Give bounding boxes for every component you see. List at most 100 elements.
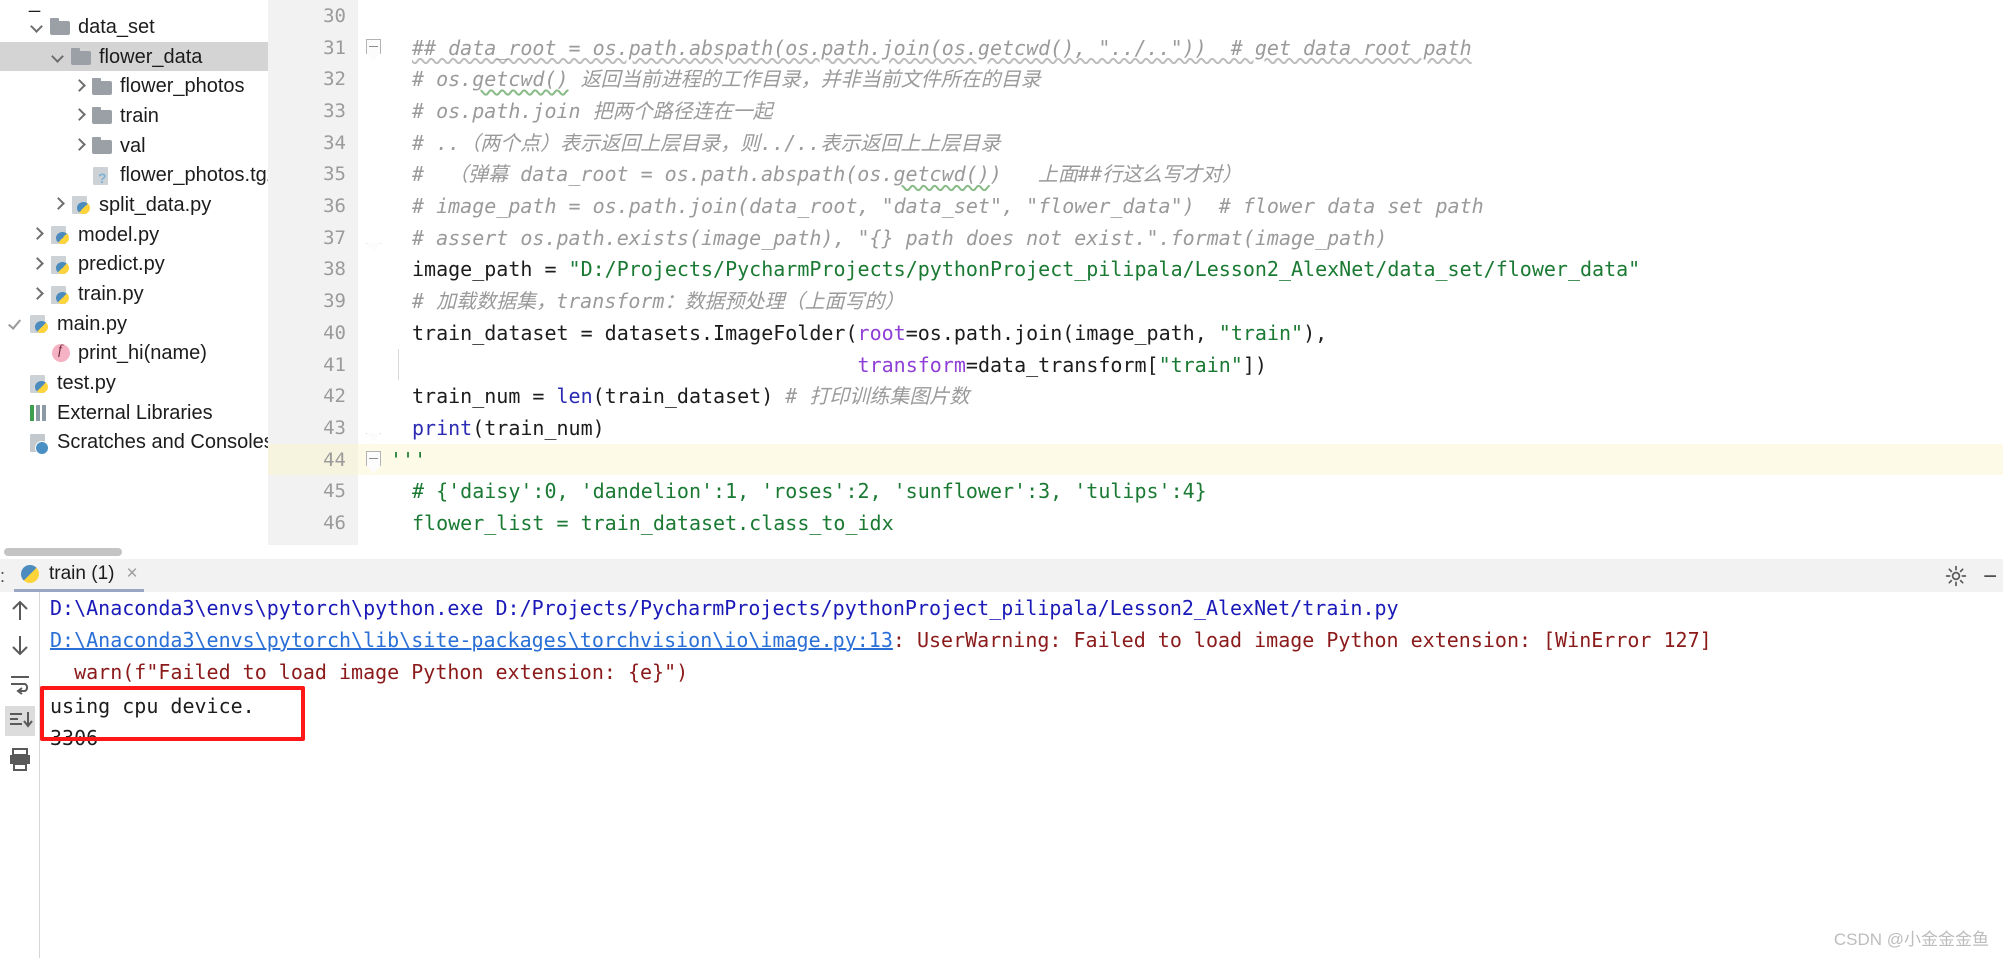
code-line-46[interactable]: 46 flower_list = train_dataset.class_to_i… — [268, 507, 2003, 539]
code-line-42[interactable]: 42 train_num = len(train_dataset) # 打印训练集… — [268, 380, 2003, 412]
code-text: # ..（两个点）表示返回上层目录，则../..表示返回上上层目录 — [390, 133, 2003, 153]
code-line-37[interactable]: 37 # assert os.path.exists(image_path), "… — [268, 222, 2003, 254]
code-token: getcwd() — [893, 162, 990, 187]
tree-item--[interactable]: _ — [0, 0, 268, 12]
code-token: print — [412, 415, 473, 440]
line-number: 32 — [323, 68, 346, 91]
line-number: 46 — [323, 512, 346, 535]
code-line-35[interactable]: 35 # （弹幕 data_root = os.path.abspath(os.g… — [268, 159, 2003, 191]
tree-item-flower-photos[interactable]: flower_photos — [0, 71, 268, 101]
fold-collapse-icon[interactable] — [366, 450, 381, 466]
chevron-right-icon[interactable] — [29, 256, 46, 273]
fold-marker — [358, 285, 390, 317]
fold-marker[interactable] — [358, 444, 390, 476]
fold-marker — [358, 190, 390, 222]
tree-item-val[interactable]: val — [0, 131, 268, 161]
py-icon — [50, 225, 71, 245]
code-token: # 加载数据集，transform：数据预处理（上面写的） — [412, 289, 905, 314]
run-panel-colon: : — [0, 566, 6, 586]
code-line-30[interactable]: 30 — [268, 0, 2003, 32]
code-token: # 打印训练集图片数 — [773, 384, 970, 409]
line-number: 39 — [323, 290, 346, 313]
hscrollbar-thumb[interactable] — [4, 548, 122, 556]
code-token: ''' — [390, 447, 427, 472]
check-icon[interactable] — [8, 315, 25, 332]
code-line-32[interactable]: 32 # os.getcwd() 返回当前进程的工作目录，并非当前文件所在的目录 — [268, 63, 2003, 95]
print-icon[interactable] — [5, 744, 35, 774]
tree-item-scratches-and-consoles[interactable]: Scratches and Consoles — [0, 428, 268, 458]
code-line-31[interactable]: 31 ## data_root = os.path.abspath(os.path… — [268, 32, 2003, 64]
line-number: 38 — [323, 258, 346, 281]
line-number: 35 — [323, 163, 346, 186]
tree-item-label: Scratches and Consoles — [57, 431, 268, 454]
tree-item-train-py[interactable]: train.py — [0, 279, 268, 309]
chevron-right-icon[interactable] — [71, 78, 88, 95]
scroll-down-icon[interactable] — [5, 630, 35, 660]
code-text: transform=data_transform["train"]) — [390, 355, 2003, 375]
tree-item-flower-data[interactable]: flower_data — [0, 41, 268, 72]
chevron-down-icon[interactable] — [29, 18, 46, 35]
console-output[interactable]: D:\Anaconda3\envs\pytorch\python.exe D:/… — [40, 592, 2003, 958]
py-icon — [71, 195, 92, 215]
tree-item-predict-py[interactable]: predict.py — [0, 250, 268, 280]
tree-item-main-py[interactable]: main.py — [0, 309, 268, 339]
code-line-33[interactable]: 33 # os.path.join 把两个路径连在一起 — [268, 95, 2003, 127]
fold-region-tail — [366, 52, 381, 62]
run-tab-train[interactable]: train (1) × — [14, 559, 144, 592]
tree-item-test-py[interactable]: test.py — [0, 368, 268, 398]
chevron-down-icon[interactable] — [50, 48, 67, 65]
chevron-right-icon[interactable] — [71, 107, 88, 124]
code-token: (train_num) — [472, 415, 605, 440]
code-line-44[interactable]: 44 ''' — [268, 443, 2003, 476]
fold-marker[interactable] — [358, 412, 390, 444]
line-number: 37 — [323, 226, 346, 249]
tree-item-label: predict.py — [78, 253, 165, 276]
scroll-to-end-icon[interactable] — [5, 706, 35, 736]
tree-item-flower-photos-tgz[interactable]: flower_photos.tgz — [0, 160, 268, 190]
close-icon[interactable]: × — [126, 563, 137, 585]
tree-item-train[interactable]: train — [0, 101, 268, 131]
chevron-right-icon[interactable] — [29, 286, 46, 303]
line-number: 44 — [268, 443, 358, 476]
project-tree-hscrollbar[interactable] — [0, 545, 268, 559]
console-link[interactable]: D:\Anaconda3\envs\pytorch\lib\site-packa… — [50, 628, 893, 652]
code-line-45[interactable]: 45 # {'daisy':0, 'dandelion':1, 'roses':2… — [268, 476, 2003, 508]
fold-collapse-icon[interactable] — [366, 38, 381, 54]
soft-wrap-icon[interactable] — [5, 668, 35, 698]
code-line-43[interactable]: 43 print(train_num) — [268, 412, 2003, 444]
code-line-40[interactable]: 40 train_dataset = datasets.ImageFolder(r… — [268, 317, 2003, 349]
tree-item-data-set[interactable]: data_set — [0, 12, 268, 42]
code-line-34[interactable]: 34 # ..（两个点）表示返回上层目录，则../..表示返回上上层目录 — [268, 127, 2003, 159]
chevron-right-icon[interactable] — [50, 196, 67, 213]
console-line: warn(f"Failed to load image Python exten… — [50, 662, 688, 682]
code-token: "D:/Projects/PycharmProjects/pythonProje… — [568, 257, 1641, 282]
tree-item-label: flower_photos — [120, 75, 245, 98]
tree-item-label: print_hi(name) — [78, 342, 207, 365]
code-line-39[interactable]: 39 # 加载数据集，transform：数据预处理（上面写的） — [268, 285, 2003, 317]
fold-marker[interactable] — [358, 32, 390, 64]
code-editor[interactable]: 30 31 ## data_root = os.path.abspath(os.pa… — [268, 0, 2003, 545]
code-line-38[interactable]: 38 image_path = "D:/Projects/PycharmProje… — [268, 254, 2003, 286]
chevron-right-icon[interactable] — [29, 226, 46, 243]
tree-item-print-hi-name-[interactable]: print_hi(name) — [0, 339, 268, 369]
minimize-icon[interactable]: − — [1983, 563, 1997, 591]
code-token: # os.path.join 把两个路径连在一起 — [412, 98, 773, 123]
scroll-up-icon[interactable] — [5, 596, 35, 626]
tree-item-split-data-py[interactable]: split_data.py — [0, 190, 268, 220]
fold-marker[interactable] — [358, 222, 390, 254]
folder-icon — [92, 77, 113, 96]
gear-icon[interactable] — [1945, 565, 1967, 587]
tree-item-external-libraries[interactable]: External Libraries — [0, 398, 268, 428]
code-token: (train_dataset) — [592, 384, 774, 409]
code-token: root — [857, 320, 906, 345]
code-line-36[interactable]: 36 # image_path = os.path.join(data_root,… — [268, 190, 2003, 222]
chevron-right-icon[interactable] — [71, 137, 88, 154]
run-side-toolbar[interactable] — [0, 592, 40, 958]
console-text: : UserWarning: Failed to load image Pyth… — [892, 628, 1712, 652]
code-line-41[interactable]: 41 transform=data_transform["train"]) — [268, 348, 2003, 381]
code-token: =os.path.join(image_path, — [905, 320, 1219, 345]
tree-item-model-py[interactable]: model.py — [0, 220, 268, 250]
code-text: image_path = "D:/Projects/PycharmProject… — [390, 259, 2003, 279]
fold-region-tail — [366, 242, 381, 252]
code-token: # ..（两个点）表示返回上层目录，则../..表示返回上上层目录 — [412, 130, 1001, 155]
